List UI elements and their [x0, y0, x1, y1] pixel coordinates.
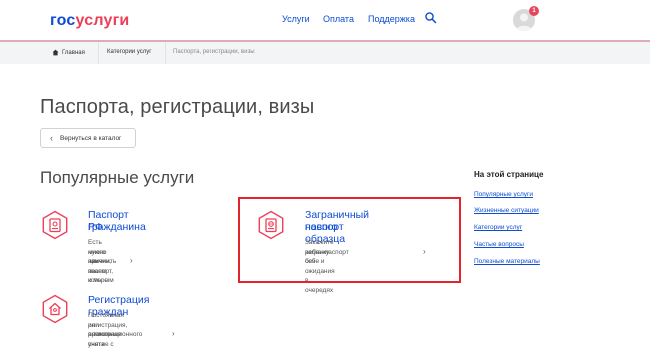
card-description: них знаем — [88, 258, 107, 275]
gosuslugi-logo[interactable]: госуслуги — [50, 12, 129, 30]
registration-house-icon — [42, 294, 68, 324]
section-title: Популярные услуги — [40, 168, 195, 187]
sidebar-link-materials[interactable]: Полезные материалы — [474, 258, 540, 265]
logo-part-uslugi: услуги — [75, 12, 130, 29]
home-icon — [52, 49, 59, 56]
back-to-catalog-button[interactable]: ‹ Вернуться в каталог — [40, 128, 136, 148]
breadcrumb-home[interactable]: Главная — [52, 49, 85, 56]
breadcrumb-category[interactable]: Категории услуг — [107, 49, 151, 55]
chevron-right-icon: › — [172, 329, 175, 338]
card-title[interactable]: РФ — [88, 221, 103, 233]
sidebar-link-life-situations[interactable]: Жизненные ситуации — [474, 207, 539, 214]
breadcrumb-separator — [98, 42, 99, 64]
notification-badge: 1 — [529, 6, 539, 16]
search-icon[interactable] — [424, 11, 438, 25]
nav-support[interactable]: Поддержка — [368, 14, 415, 24]
logo-part-gos: гос — [50, 12, 76, 29]
nav-payment[interactable]: Оплата — [323, 14, 354, 24]
highlight-frame — [238, 197, 461, 283]
page-title: Паспорта, регистрации, визы — [40, 96, 315, 118]
sidebar-link-faq[interactable]: Частые вопросы — [474, 241, 524, 248]
breadcrumb-home-label: Главная — [62, 49, 85, 56]
nav-services[interactable]: Услуги — [282, 14, 310, 24]
breadcrumb: Главная Категории услуг Паспорта, регист… — [0, 40, 650, 64]
sidebar-link-categories[interactable]: Категории услуг — [474, 224, 522, 231]
header: госуслуги Услуги Оплата Поддержка 1 — [0, 0, 650, 40]
passport-icon — [42, 210, 68, 240]
chevron-right-icon: › — [130, 256, 133, 265]
sidebar-title: На этой странице — [474, 170, 544, 179]
back-button-label: Вернуться в каталог — [60, 134, 122, 142]
breadcrumb-separator — [165, 42, 166, 64]
chevron-left-icon: ‹ — [50, 132, 53, 143]
breadcrumb-current: Паспорта, регистрации, визы — [173, 49, 255, 55]
card-description: регистрационного учета — [88, 331, 143, 348]
sidebar-link-popular[interactable]: Популярные услуги — [474, 191, 533, 198]
